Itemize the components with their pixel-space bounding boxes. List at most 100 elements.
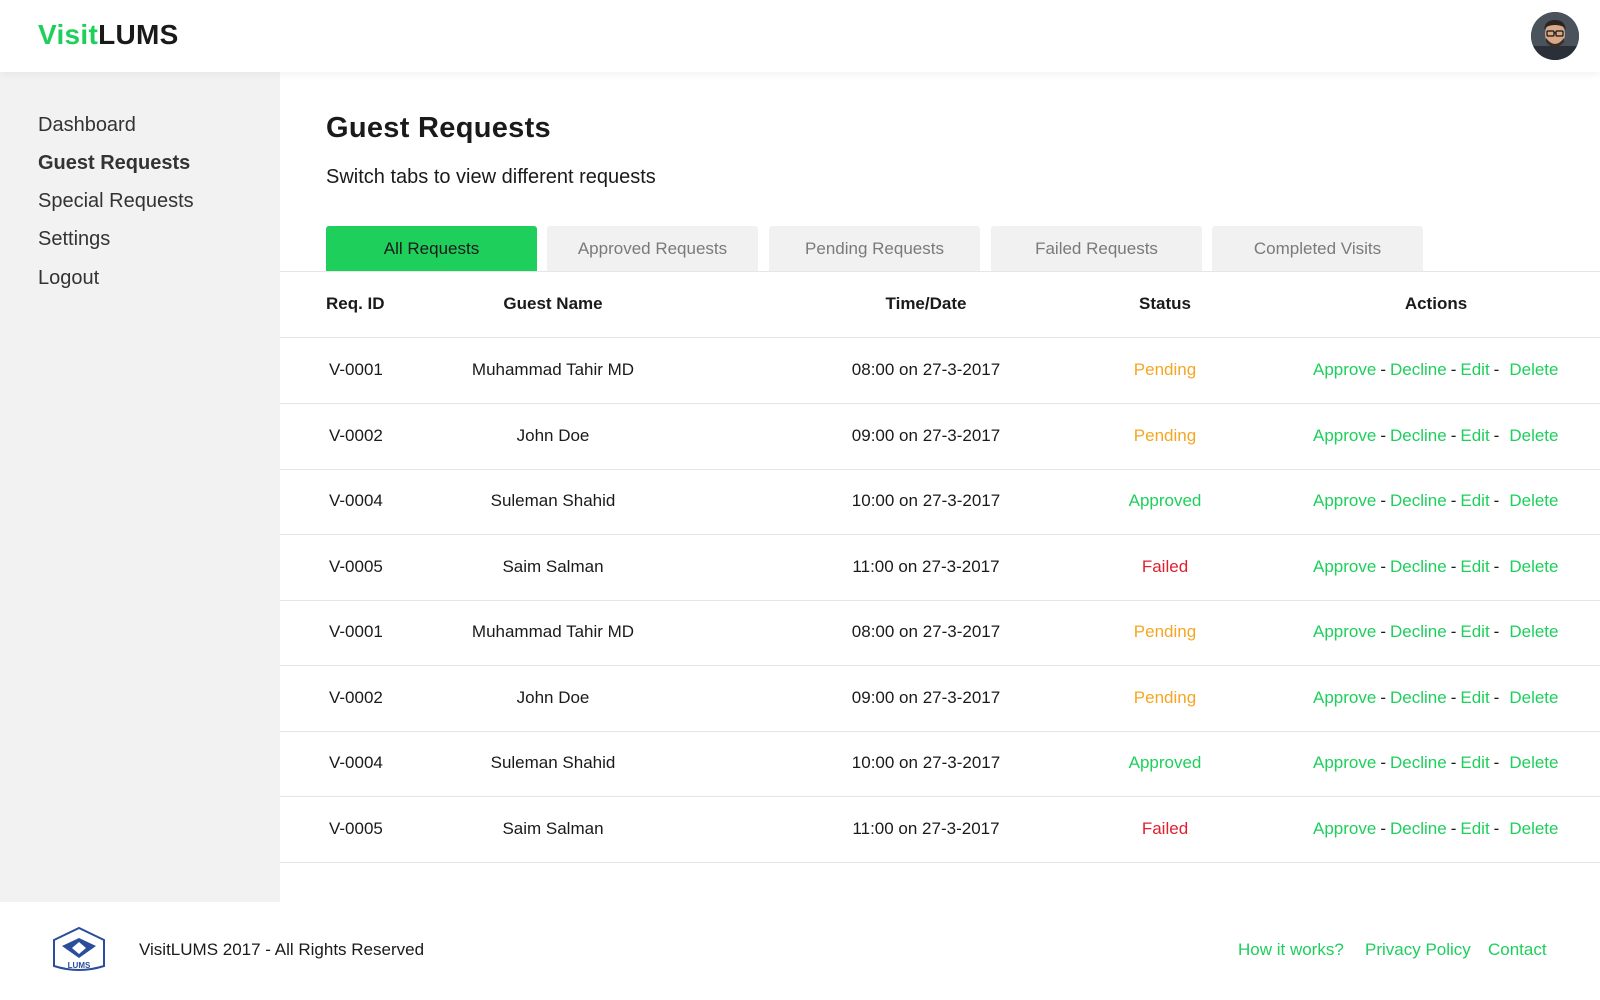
table-row: V-0005 Saim Salman 11:00 on 27-3-2017 Faile…: [280, 797, 1600, 863]
decline-link[interactable]: Decline: [1390, 360, 1447, 379]
footer-link-privacy-policy[interactable]: Privacy Policy: [1365, 940, 1471, 960]
table-row: V-0005 Saim Salman 11:00 on 27-3-2017 Faile…: [280, 535, 1600, 601]
sidebar-item-logout[interactable]: Logout: [38, 267, 99, 290]
req-id-cell: V-0004: [329, 491, 383, 510]
time-date-cell: 09:00 on 27-3-2017: [851, 425, 1001, 445]
decline-link[interactable]: Decline: [1390, 819, 1447, 838]
logo-visit: Visit: [38, 19, 99, 50]
tab-completed-visits[interactable]: Completed Visits: [1212, 226, 1423, 272]
status-badge: Pending: [1133, 622, 1197, 641]
edit-link[interactable]: Edit: [1460, 557, 1489, 576]
guest-name-cell: Suleman Shahid: [490, 753, 616, 772]
action-separator: -: [1450, 687, 1457, 707]
delete-link[interactable]: Delete: [1509, 360, 1558, 379]
delete-link[interactable]: Delete: [1509, 557, 1558, 576]
tab-all-requests[interactable]: All Requests: [326, 226, 537, 272]
edit-link[interactable]: Edit: [1460, 753, 1489, 772]
sidebar-item-settings[interactable]: Settings: [38, 228, 110, 251]
table-row: V-0002 John Doe 09:00 on 27-3-2017 Pending A…: [280, 404, 1600, 470]
app-logo[interactable]: VisitLUMS: [38, 19, 179, 51]
decline-link[interactable]: Decline: [1390, 557, 1447, 576]
edit-link[interactable]: Edit: [1460, 688, 1489, 707]
approve-link[interactable]: Approve: [1313, 491, 1376, 510]
time-date-cell: 11:00 on 27-3-2017: [852, 556, 1000, 576]
user-avatar[interactable]: [1531, 12, 1579, 60]
decline-link[interactable]: Decline: [1390, 753, 1447, 772]
col-time-date: Time/Date: [885, 294, 967, 313]
req-id-cell: V-0001: [329, 622, 383, 641]
delete-link[interactable]: Delete: [1509, 491, 1558, 510]
action-separator: -: [1380, 753, 1386, 772]
sidebar-item-guest-requests[interactable]: Guest Requests: [38, 152, 190, 175]
row-actions: Approve - Decline - Edit - Delete: [1313, 491, 1558, 511]
delete-link[interactable]: Delete: [1509, 426, 1558, 445]
req-id-cell: V-0002: [329, 687, 383, 707]
req-id-cell: V-0005: [329, 818, 383, 838]
action-separator: -: [1380, 556, 1386, 576]
decline-link[interactable]: Decline: [1390, 491, 1447, 510]
decline-link[interactable]: Decline: [1390, 688, 1447, 707]
col-actions: Actions: [1404, 294, 1468, 313]
status-badge: Failed: [1141, 818, 1189, 838]
delete-link[interactable]: Delete: [1509, 622, 1558, 641]
sidebar-item-dashboard[interactable]: Dashboard: [38, 114, 136, 137]
edit-link[interactable]: Edit: [1460, 426, 1489, 445]
guest-name-cell: John Doe: [516, 687, 590, 707]
delete-link[interactable]: Delete: [1509, 819, 1558, 838]
footer: LUMS VisitLUMS 2017 - All Rights Reserve…: [0, 902, 1600, 1000]
status-badge: Pending: [1133, 425, 1197, 445]
action-separator: -: [1493, 491, 1500, 510]
edit-link[interactable]: Edit: [1460, 360, 1489, 379]
lums-logo-text: LUMS: [68, 961, 91, 970]
approve-link[interactable]: Approve: [1313, 426, 1376, 445]
action-separator: -: [1493, 687, 1500, 707]
tab-failed-requests[interactable]: Failed Requests: [991, 226, 1202, 272]
table-header: Req. ID Guest Name Time/Date Status Acti…: [280, 272, 1600, 338]
delete-link[interactable]: Delete: [1509, 688, 1558, 707]
sidebar-item-special-requests[interactable]: Special Requests: [38, 190, 194, 213]
guest-name-cell: Saim Salman: [502, 818, 604, 838]
approve-link[interactable]: Approve: [1313, 360, 1376, 379]
guest-name-cell: Suleman Shahid: [490, 491, 616, 510]
sidebar: Dashboard Guest Requests Special Request…: [0, 72, 280, 902]
edit-link[interactable]: Edit: [1460, 622, 1489, 641]
action-separator: -: [1493, 818, 1500, 838]
action-separator: -: [1450, 622, 1457, 641]
action-separator: -: [1493, 425, 1500, 445]
approve-link[interactable]: Approve: [1313, 557, 1376, 576]
col-status: Status: [1139, 294, 1191, 313]
main-content: Guest Requests Switch tabs to view diffe…: [280, 72, 1600, 902]
decline-link[interactable]: Decline: [1390, 426, 1447, 445]
lums-logo-icon: LUMS: [53, 926, 105, 971]
approve-link[interactable]: Approve: [1313, 622, 1376, 641]
time-date-cell: 08:00 on 27-3-2017: [851, 622, 1001, 641]
approve-link[interactable]: Approve: [1313, 819, 1376, 838]
action-separator: -: [1450, 818, 1457, 838]
approve-link[interactable]: Approve: [1313, 688, 1376, 707]
tab-pending-requests[interactable]: Pending Requests: [769, 226, 980, 272]
guest-name-cell: Muhammad Tahir MD: [471, 360, 635, 379]
guest-name-cell: John Doe: [516, 425, 590, 445]
table-row: V-0001 Muhammad Tahir MD 08:00 on 27-3-201…: [280, 338, 1600, 404]
guest-name-cell: Muhammad Tahir MD: [471, 622, 635, 641]
page-title: Guest Requests: [326, 112, 551, 144]
action-separator: -: [1380, 360, 1386, 379]
table-row: V-0001 Muhammad Tahir MD 08:00 on 27-3-201…: [280, 600, 1600, 666]
edit-link[interactable]: Edit: [1460, 819, 1489, 838]
row-actions: Approve - Decline - Edit - Delete: [1313, 753, 1558, 773]
row-actions: Approve - Decline - Edit - Delete: [1313, 819, 1558, 839]
footer-link-how-it-works[interactable]: How it works?: [1238, 940, 1344, 960]
time-date-cell: 10:00 on 27-3-2017: [851, 491, 1001, 510]
page-subtitle: Switch tabs to view different requests: [326, 166, 656, 188]
lums-logo[interactable]: LUMS: [50, 924, 108, 972]
action-separator: -: [1450, 360, 1457, 379]
approve-link[interactable]: Approve: [1313, 753, 1376, 772]
decline-link[interactable]: Decline: [1390, 622, 1447, 641]
req-id-cell: V-0002: [329, 425, 383, 445]
edit-link[interactable]: Edit: [1460, 491, 1489, 510]
col-req-id: Req. ID: [326, 294, 385, 313]
footer-link-contact[interactable]: Contact: [1488, 940, 1547, 960]
tab-approved-requests[interactable]: Approved Requests: [547, 226, 758, 272]
status-badge: Pending: [1133, 687, 1197, 707]
delete-link[interactable]: Delete: [1509, 753, 1558, 772]
